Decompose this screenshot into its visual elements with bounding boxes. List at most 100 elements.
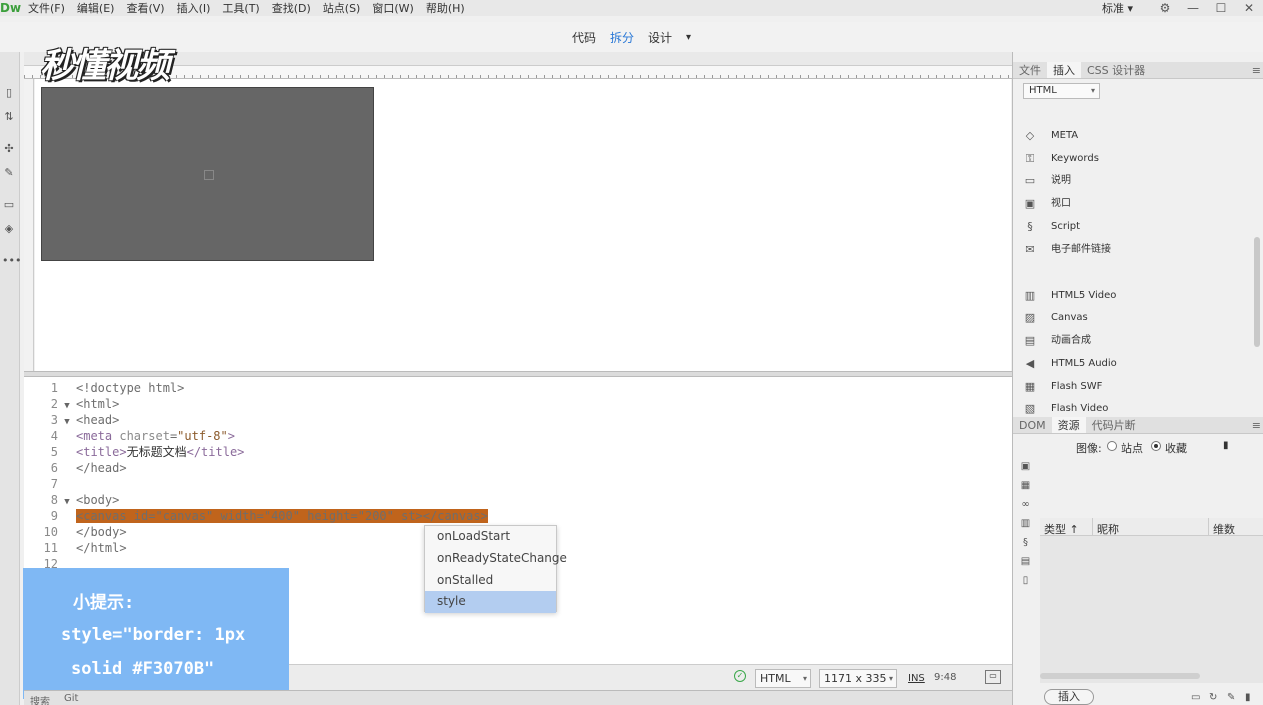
col-type[interactable]: 类型 ↑ bbox=[1044, 521, 1079, 537]
edit-icon[interactable]: ✎ bbox=[1227, 692, 1235, 703]
sort-icon[interactable]: ⇅ bbox=[2, 110, 16, 124]
canvas-element[interactable] bbox=[41, 87, 374, 261]
tab-assets[interactable]: 资源 bbox=[1051, 417, 1086, 433]
watermark-logo: 秒懂视频 bbox=[40, 46, 170, 86]
asset-category-bar: ▣ ▦ ∞ ▥ § ▤ ▯ bbox=[1013, 457, 1037, 705]
insert-email-link[interactable]: ✉ 电子邮件链接 bbox=[1023, 242, 1243, 258]
insert-canvas[interactable]: ▨ Canvas bbox=[1023, 310, 1243, 326]
insert-keywords[interactable]: ⚿ Keywords bbox=[1023, 151, 1243, 167]
menu-file[interactable]: 文件(F) bbox=[22, 0, 71, 16]
menu-bar: Dw 文件(F) 编辑(E) 查看(V) 插入(I) 工具(T) 查找(D) 站… bbox=[0, 0, 1263, 16]
menu-find[interactable]: 查找(D) bbox=[266, 0, 317, 16]
tab-code[interactable]: 代码 bbox=[572, 29, 596, 46]
menu-help[interactable]: 帮助(H) bbox=[420, 0, 471, 16]
window-size-select[interactable]: 1171 x 335 ▾ bbox=[819, 669, 897, 688]
tab-css-designer[interactable]: CSS 设计器 bbox=[1081, 62, 1151, 78]
insert-viewport[interactable]: ▣ 视口 bbox=[1023, 196, 1243, 212]
view-switcher: 代码 拆分 设计 ▾ bbox=[0, 22, 1263, 52]
menu-window[interactable]: 窗口(W) bbox=[366, 0, 419, 16]
workspace-switcher[interactable]: 标准 ▾ bbox=[1102, 0, 1133, 16]
color-icon[interactable]: ▦ bbox=[1019, 479, 1032, 492]
line-number: 6 bbox=[50, 461, 58, 475]
hint-item[interactable]: onLoadStart bbox=[425, 526, 556, 548]
refresh-icon[interactable]: ↻ bbox=[1209, 692, 1217, 703]
menu-edit[interactable]: 编辑(E) bbox=[71, 0, 121, 16]
chevron-down-icon: ▾ bbox=[802, 674, 807, 683]
tip-line-2: solid #F3070B" bbox=[71, 659, 215, 679]
hint-item[interactable]: onReadyStateChange bbox=[425, 548, 567, 570]
image-icon[interactable]: ▣ bbox=[1019, 460, 1032, 473]
column-divider bbox=[1208, 518, 1209, 536]
template-icon[interactable]: ▤ bbox=[1019, 555, 1032, 568]
tab-insert[interactable]: 插入 bbox=[1047, 62, 1081, 78]
tab-split[interactable]: 拆分 bbox=[610, 29, 634, 46]
line-number: 10 bbox=[43, 525, 58, 539]
comment-icon: ▭ bbox=[1024, 174, 1036, 187]
hint-item[interactable]: onStalled bbox=[425, 570, 556, 592]
more-icon[interactable]: ••• bbox=[2, 254, 21, 268]
tab-design[interactable]: 设计 bbox=[648, 29, 672, 46]
code-line: 1 <!doctype html> bbox=[24, 380, 1012, 396]
preview-icon[interactable]: ▭ bbox=[985, 670, 1001, 684]
expand-icon[interactable]: ✣ bbox=[2, 142, 16, 156]
comment-icon[interactable]: ▭ bbox=[2, 198, 16, 212]
tab-git[interactable]: Git bbox=[64, 693, 78, 704]
insert-button[interactable]: 插入 bbox=[1044, 689, 1094, 705]
insert-meta[interactable]: ◇ META bbox=[1023, 128, 1243, 144]
col-nickname[interactable]: 昵称 bbox=[1097, 521, 1119, 537]
chevron-down-icon[interactable]: ▾ bbox=[686, 32, 691, 43]
panel-scrollbar[interactable] bbox=[1254, 237, 1260, 347]
status-bar: ✓ HTML ▾ 1171 x 335 ▾ INS 9:48 ▭ bbox=[289, 664, 1012, 690]
insert-flash-video[interactable]: ▧ Flash Video bbox=[1023, 401, 1243, 417]
bookmark-icon[interactable]: ▮ bbox=[1223, 440, 1229, 451]
viewport-icon: ▣ bbox=[1024, 197, 1036, 210]
menu-site[interactable]: 站点(S) bbox=[317, 0, 367, 16]
insert-label: Flash Video bbox=[1051, 403, 1109, 414]
document-icon[interactable]: ▯ bbox=[2, 86, 16, 100]
col-dimensions[interactable]: 维数 bbox=[1213, 521, 1235, 537]
insert-category-select[interactable]: HTML ▾ bbox=[1023, 83, 1100, 99]
menu-tools[interactable]: 工具(T) bbox=[216, 0, 265, 16]
tab-dom[interactable]: DOM bbox=[1013, 417, 1052, 433]
tag-icon[interactable]: ◈ bbox=[2, 222, 16, 236]
folder-icon[interactable]: ▭ bbox=[1191, 692, 1200, 703]
maximize-icon[interactable]: ☐ bbox=[1207, 1, 1235, 15]
link-icon[interactable]: ∞ bbox=[1019, 498, 1032, 511]
window-size-value: 1171 x 335 bbox=[824, 672, 887, 685]
line-number: 2 bbox=[50, 397, 58, 411]
script-icon[interactable]: § bbox=[1019, 536, 1032, 549]
panel-menu-icon[interactable]: ≡ bbox=[1252, 64, 1261, 77]
insert-mode[interactable]: INS bbox=[908, 673, 925, 684]
code-text: <meta charset="utf-8"> bbox=[76, 429, 235, 443]
code-text: </body> bbox=[76, 525, 127, 539]
bookmark-icon[interactable]: ▮ bbox=[1245, 692, 1251, 703]
tab-files[interactable]: 文件 bbox=[1013, 62, 1047, 78]
insert-description[interactable]: ▭ 说明 bbox=[1023, 173, 1243, 189]
radio-site[interactable] bbox=[1107, 441, 1117, 451]
menu-view[interactable]: 查看(V) bbox=[120, 0, 170, 16]
insert-animation[interactable]: ▤ 动画合成 bbox=[1023, 333, 1243, 349]
close-icon[interactable]: ✕ bbox=[1235, 1, 1263, 15]
hint-item-selected[interactable]: style bbox=[425, 591, 556, 613]
language-select[interactable]: HTML ▾ bbox=[755, 669, 811, 688]
design-view[interactable] bbox=[35, 79, 1011, 371]
minimize-icon[interactable]: — bbox=[1179, 1, 1207, 15]
library-icon[interactable]: ▯ bbox=[1019, 574, 1032, 587]
brush-icon[interactable]: ✎ bbox=[2, 166, 16, 180]
insert-html5-video[interactable]: ▥ HTML5 Video bbox=[1023, 288, 1243, 304]
insert-flash-swf[interactable]: ▦ Flash SWF bbox=[1023, 379, 1243, 395]
code-text: <body> bbox=[76, 493, 120, 507]
radio-site-label: 站点 bbox=[1121, 442, 1143, 455]
panel-menu-icon[interactable]: ≡ bbox=[1252, 419, 1261, 432]
radio-favorites[interactable] bbox=[1151, 441, 1161, 451]
insert-html5-audio[interactable]: ◀ HTML5 Audio bbox=[1023, 356, 1243, 372]
menu-insert[interactable]: 插入(I) bbox=[171, 0, 217, 16]
code-text: </html> bbox=[76, 541, 127, 555]
tab-snippets[interactable]: 代码片断 bbox=[1086, 417, 1142, 433]
gear-icon[interactable]: ⚙ bbox=[1151, 1, 1179, 15]
tab-search[interactable]: 搜索 bbox=[30, 693, 50, 705]
insert-script[interactable]: § Script bbox=[1023, 219, 1243, 235]
asset-scrollbar[interactable] bbox=[1040, 673, 1200, 679]
media-icon[interactable]: ▥ bbox=[1019, 517, 1032, 530]
line-number: 7 bbox=[50, 477, 58, 491]
